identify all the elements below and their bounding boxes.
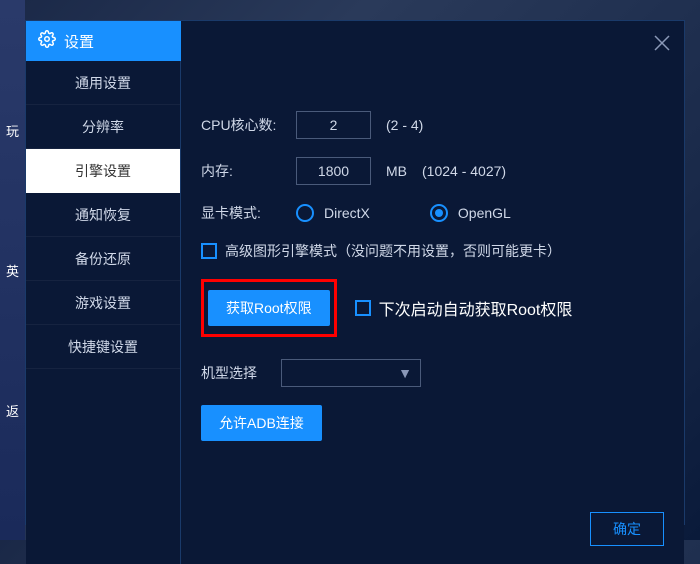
sidebar-item-label: 备份还原 bbox=[75, 249, 131, 269]
dialog-title: 设置 bbox=[64, 31, 94, 52]
sidebar: 通用设置 分辨率 引擎设置 通知恢复 备份还原 游戏设置 快捷键设置 bbox=[26, 61, 181, 564]
adb-row: 允许ADB连接 bbox=[201, 405, 664, 441]
button-label: 确定 bbox=[613, 521, 641, 537]
memory-label: 内存: bbox=[201, 161, 296, 181]
sidebar-item-engine[interactable]: 引擎设置 bbox=[26, 149, 180, 193]
chevron-down-icon: ▼ bbox=[398, 365, 412, 381]
memory-input[interactable] bbox=[296, 157, 371, 185]
checkbox-advanced[interactable]: 高级图形引擎模式（没问题不用设置，否则可能更卡） bbox=[201, 241, 561, 261]
close-button[interactable] bbox=[652, 33, 672, 53]
background-strip: 玩 英 返 bbox=[0, 0, 25, 540]
title-bar: 设置 bbox=[26, 21, 181, 61]
bg-char: 玩 bbox=[6, 121, 19, 140]
sidebar-item-label: 游戏设置 bbox=[75, 293, 131, 313]
button-label: 允许ADB连接 bbox=[219, 415, 304, 431]
bg-char: 英 bbox=[6, 261, 19, 280]
checkbox-icon bbox=[201, 243, 217, 259]
model-select[interactable]: ▼ bbox=[281, 359, 421, 387]
gpu-label: 显卡模式: bbox=[201, 203, 296, 223]
sidebar-item-notification[interactable]: 通知恢复 bbox=[26, 193, 180, 237]
model-label: 机型选择 bbox=[201, 363, 281, 383]
radio-icon bbox=[296, 204, 314, 222]
cpu-row: CPU核心数: (2 - 4) bbox=[201, 111, 664, 139]
radio-label: DirectX bbox=[324, 205, 370, 221]
radio-label: OpenGL bbox=[458, 205, 511, 221]
checkbox-label: 高级图形引擎模式（没问题不用设置，否则可能更卡） bbox=[225, 241, 561, 261]
root-row: 获取Root权限 下次启动自动获取Root权限 bbox=[201, 279, 664, 337]
checkbox-label: 下次启动自动获取Root权限 bbox=[379, 296, 573, 320]
allow-adb-button[interactable]: 允许ADB连接 bbox=[201, 405, 322, 441]
checkbox-auto-root[interactable]: 下次启动自动获取Root权限 bbox=[355, 296, 573, 320]
advanced-row: 高级图形引擎模式（没问题不用设置，否则可能更卡） bbox=[201, 241, 664, 261]
highlight-box: 获取Root权限 bbox=[201, 279, 337, 337]
sidebar-item-label: 分辨率 bbox=[82, 117, 124, 137]
get-root-button[interactable]: 获取Root权限 bbox=[208, 290, 330, 326]
memory-hint: (1024 - 4027) bbox=[422, 163, 506, 179]
sidebar-item-label: 引擎设置 bbox=[75, 161, 131, 181]
radio-opengl[interactable]: OpenGL bbox=[430, 204, 511, 222]
gear-icon bbox=[38, 30, 56, 53]
memory-row: 内存: MB (1024 - 4027) bbox=[201, 157, 664, 185]
sidebar-item-label: 通知恢复 bbox=[75, 205, 131, 225]
radio-directx[interactable]: DirectX bbox=[296, 204, 370, 222]
cpu-input[interactable] bbox=[296, 111, 371, 139]
cpu-label: CPU核心数: bbox=[201, 115, 296, 135]
gpu-row: 显卡模式: DirectX OpenGL bbox=[201, 203, 664, 223]
button-label: 获取Root权限 bbox=[226, 300, 312, 316]
sidebar-item-label: 通用设置 bbox=[75, 73, 131, 93]
sidebar-item-shortcut[interactable]: 快捷键设置 bbox=[26, 325, 180, 369]
cpu-hint: (2 - 4) bbox=[386, 117, 423, 133]
memory-unit: MB bbox=[386, 163, 407, 179]
sidebar-item-general[interactable]: 通用设置 bbox=[26, 61, 180, 105]
confirm-button[interactable]: 确定 bbox=[590, 512, 664, 546]
close-icon bbox=[652, 33, 672, 53]
sidebar-item-label: 快捷键设置 bbox=[68, 337, 138, 357]
sidebar-item-game[interactable]: 游戏设置 bbox=[26, 281, 180, 325]
sidebar-item-backup[interactable]: 备份还原 bbox=[26, 237, 180, 281]
model-row: 机型选择 ▼ bbox=[201, 359, 664, 387]
content-panel: CPU核心数: (2 - 4) 内存: MB (1024 - 4027) 显卡模… bbox=[181, 61, 684, 564]
bg-char: 返 bbox=[6, 401, 19, 420]
settings-dialog: 设置 通用设置 分辨率 引擎设置 通知恢复 备份还原 游戏设置 快捷键设置 CP… bbox=[25, 20, 685, 525]
sidebar-item-resolution[interactable]: 分辨率 bbox=[26, 105, 180, 149]
checkbox-icon bbox=[355, 300, 371, 316]
radio-icon bbox=[430, 204, 448, 222]
